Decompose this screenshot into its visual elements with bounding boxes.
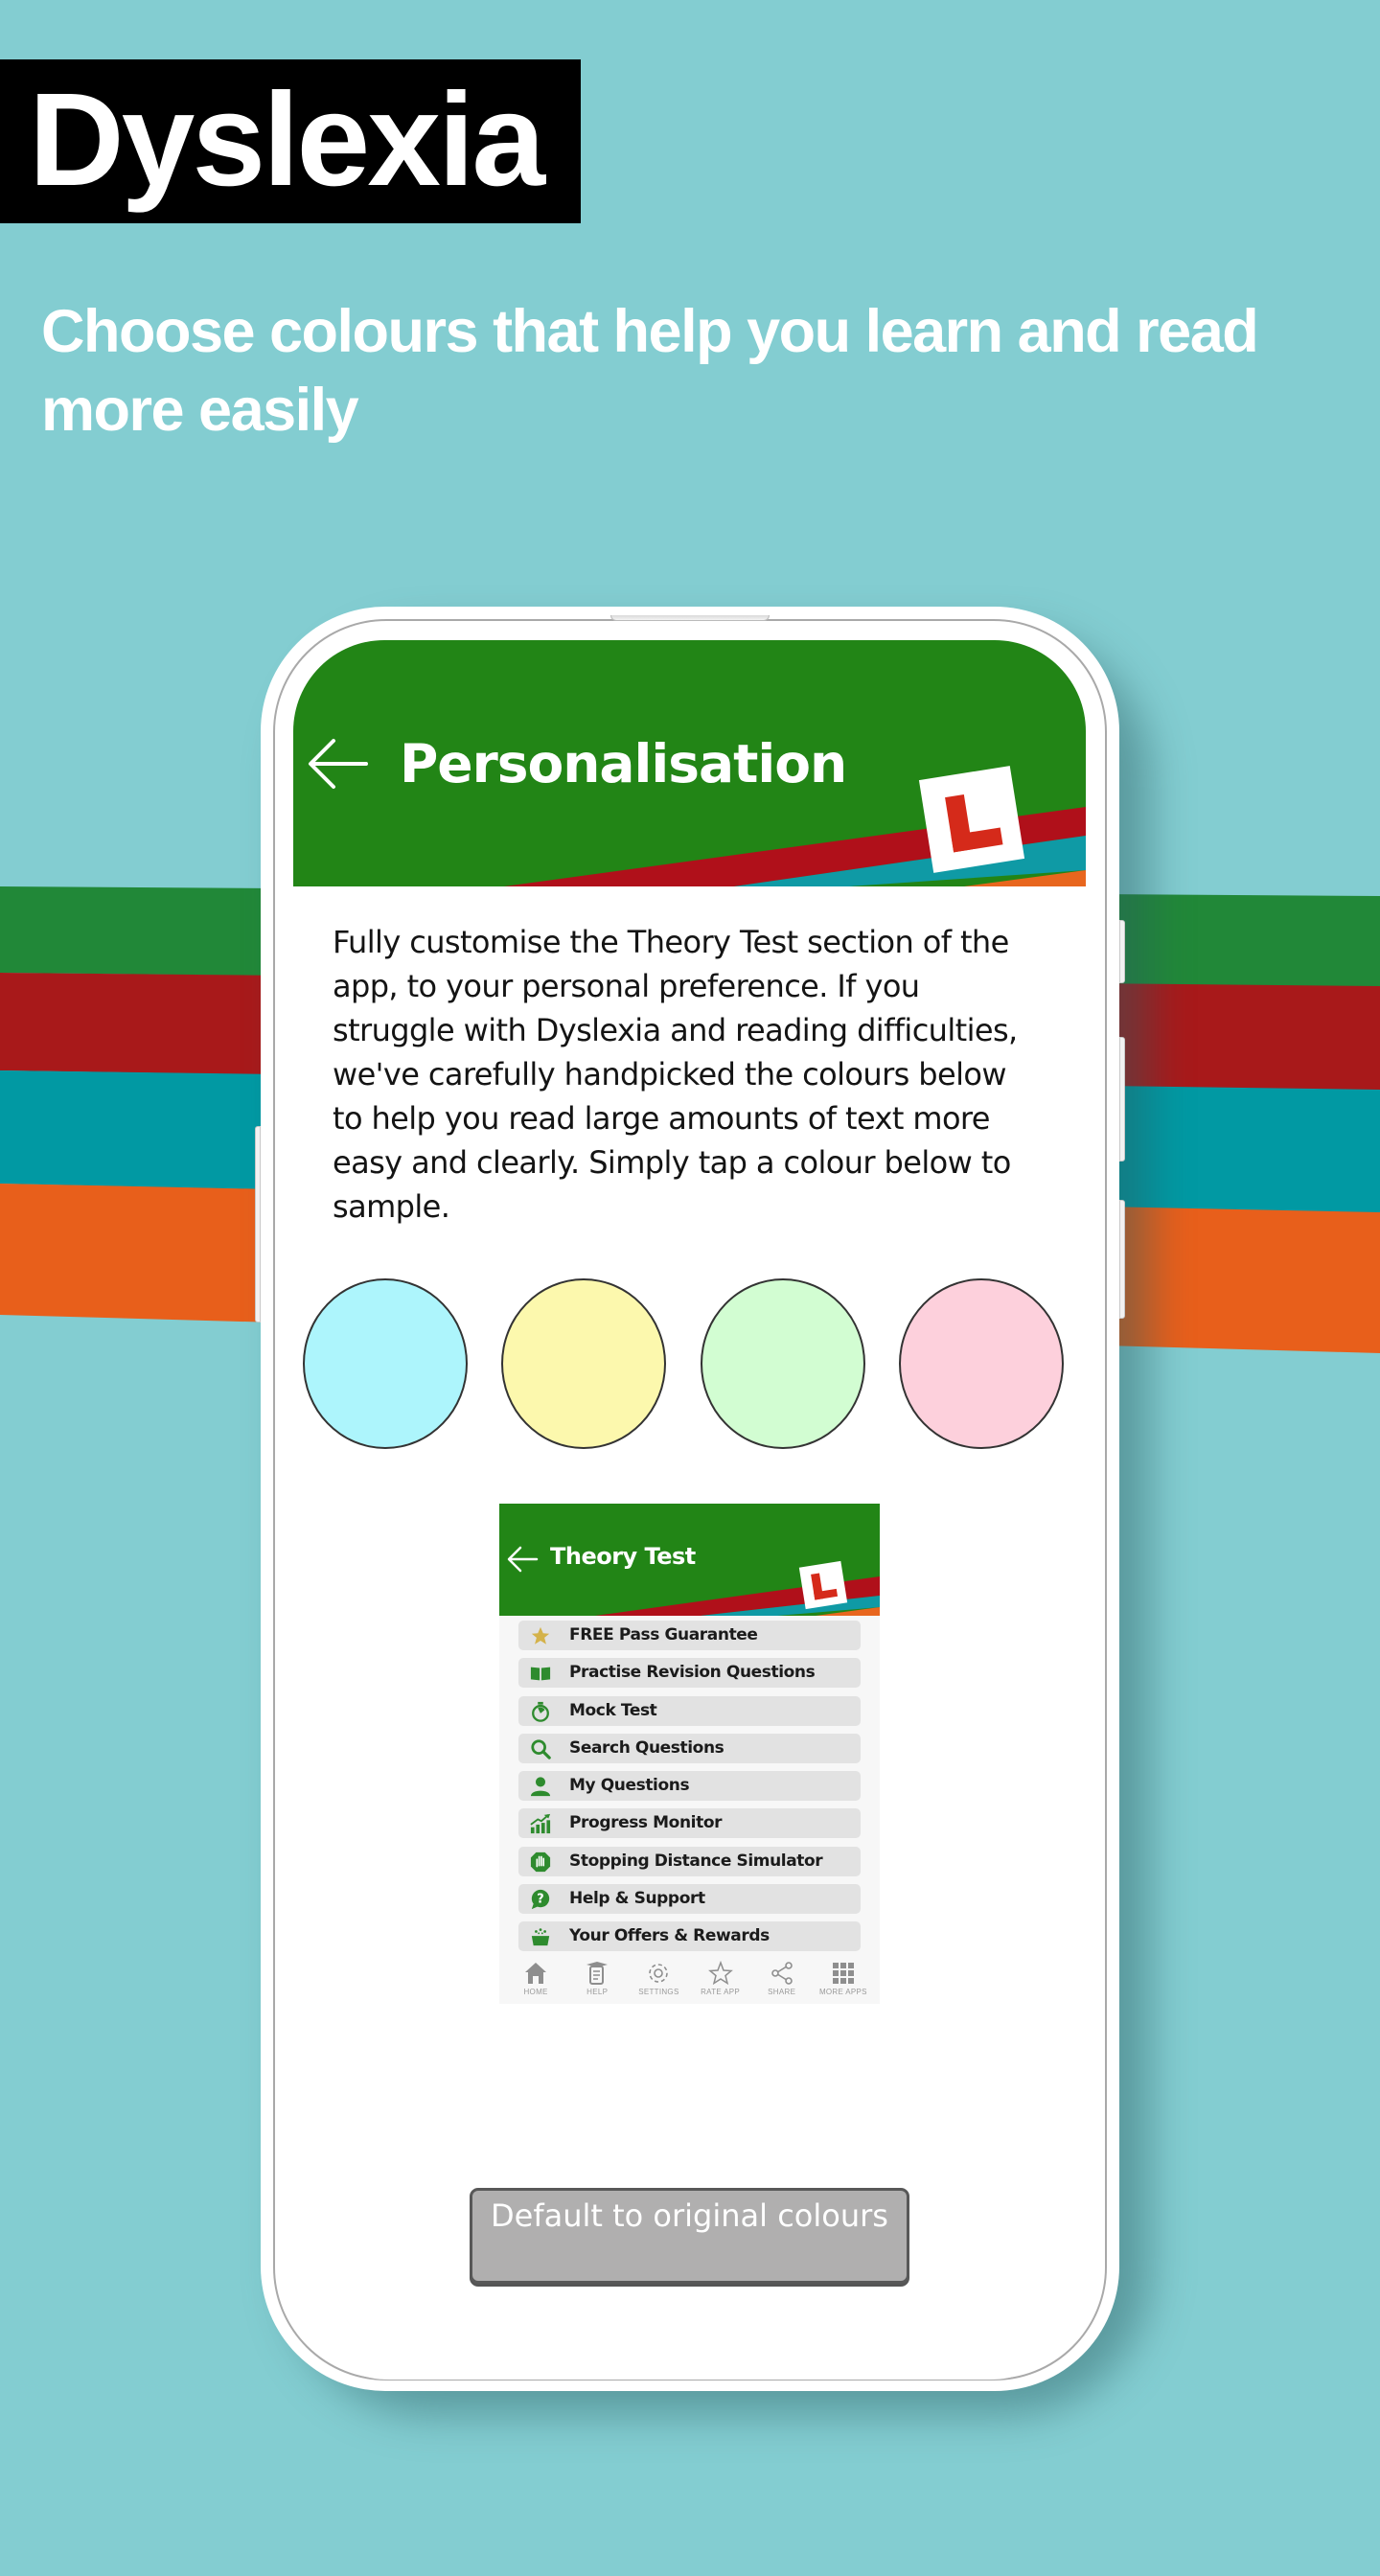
home-icon [525, 1963, 547, 1984]
menu-item-offers-rewards: Your Offers & Rewards [518, 1921, 861, 1952]
gift-icon [531, 1928, 550, 1946]
menu-item-help-support: ? Help & Support [518, 1884, 861, 1915]
swatch-light-blue[interactable] [303, 1278, 468, 1449]
arrow-left-icon[interactable] [307, 737, 368, 791]
grid-icon [832, 1963, 854, 1984]
promo-subtitle: Choose colours that help you learn and r… [41, 298, 1259, 444]
star-icon [531, 1626, 550, 1644]
hand-stop-icon [530, 1852, 551, 1872]
menu-item-mock-test: Mock Test [518, 1695, 861, 1726]
menu-item-free-pass-guarantee: FREE Pass Guarantee [518, 1621, 861, 1650]
nav-rate-app: RATE APP [691, 1961, 750, 2004]
gear-icon [649, 1964, 669, 1983]
menu-item-search-questions: Search Questions [518, 1733, 861, 1763]
preview-title: Theory Test [550, 1543, 696, 1570]
menu-item-progress-monitor: Progress Monitor [518, 1808, 861, 1839]
phone-volume-up-button [1119, 920, 1125, 983]
stopwatch-icon [532, 1701, 549, 1722]
search-icon [531, 1739, 551, 1760]
swatch-light-green[interactable] [701, 1278, 865, 1449]
nav-home: HOME [506, 1961, 565, 2004]
menu-item-stopping-distance-simulator: Stopping Distance Simulator [518, 1846, 861, 1876]
preview-menu: FREE Pass Guarantee Practise Revision Qu… [518, 1621, 861, 1960]
svg-text:?: ? [537, 1893, 543, 1907]
l-plate-logo [918, 766, 1025, 873]
phone-power-button [1119, 1200, 1125, 1319]
question-icon: ? [531, 1889, 550, 1910]
intro-text: Fully customise the Theory Test section … [333, 924, 1018, 1225]
page-title: Personalisation [400, 733, 847, 794]
help-book-icon [586, 1962, 609, 1985]
colour-swatches [303, 1278, 1079, 1451]
app-screen: Personalisation Fully customise the Theo… [293, 640, 1086, 2380]
star-outline-icon [707, 1961, 733, 1986]
theory-test-preview: Theory Test FREE Pass Guarantee Practise… [499, 1504, 880, 2004]
default-colours-button[interactable]: Default to original colours [470, 2188, 909, 2284]
phone-side-button [255, 1126, 261, 1322]
phone-speaker [610, 615, 770, 621]
preview-header: Theory Test [499, 1504, 880, 1616]
app-header: Personalisation [293, 640, 1086, 886]
swatch-light-pink[interactable] [899, 1278, 1064, 1449]
book-icon [530, 1667, 551, 1681]
phone-volume-down-button [1119, 1037, 1125, 1162]
preview-bottom-nav: HOME HELP SETTINGS RATE APP SHARE MORE A… [499, 1961, 880, 2004]
swatch-light-yellow[interactable] [501, 1278, 666, 1449]
nav-help: HELP [567, 1961, 627, 2004]
menu-item-my-questions: My Questions [518, 1771, 861, 1802]
share-icon [770, 1962, 793, 1985]
nav-share: SHARE [752, 1961, 812, 2004]
preview-arrow-left-icon [507, 1546, 539, 1573]
nav-settings: SETTINGS [629, 1961, 688, 2004]
promo-title: Dyslexia [29, 66, 545, 214]
preview-l-plate-logo [798, 1560, 848, 1610]
user-icon [530, 1777, 551, 1797]
chart-up-icon [530, 1814, 551, 1834]
menu-item-practise-revision-questions: Practise Revision Questions [518, 1658, 861, 1689]
nav-more-apps: MORE APPS [814, 1961, 873, 2004]
